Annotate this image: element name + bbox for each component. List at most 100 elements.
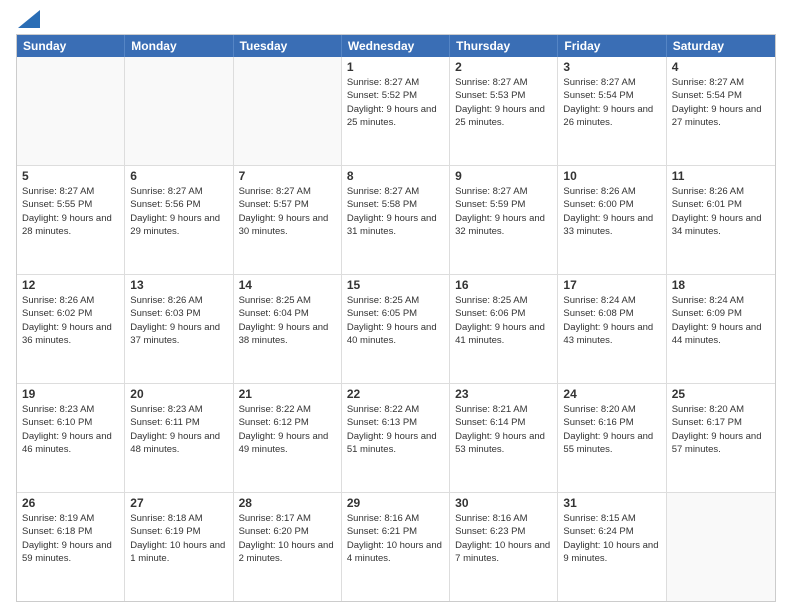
sunrise-label: Sunrise: 8:27 AM bbox=[239, 186, 311, 197]
cell-date-number: 5 bbox=[22, 169, 119, 183]
cell-info: Sunrise: 8:17 AMSunset: 6:20 PMDaylight:… bbox=[239, 512, 336, 565]
cell-info: Sunrise: 8:27 AMSunset: 5:52 PMDaylight:… bbox=[347, 76, 444, 129]
cell-empty-2 bbox=[234, 57, 342, 165]
cell-16: 16Sunrise: 8:25 AMSunset: 6:06 PMDayligh… bbox=[450, 275, 558, 383]
cell-info: Sunrise: 8:24 AMSunset: 6:09 PMDaylight:… bbox=[672, 294, 770, 347]
sunrise-label: Sunrise: 8:27 AM bbox=[563, 77, 635, 88]
day-header-tuesday: Tuesday bbox=[234, 35, 342, 57]
cell-info: Sunrise: 8:16 AMSunset: 6:21 PMDaylight:… bbox=[347, 512, 444, 565]
sunrise-label: Sunrise: 8:27 AM bbox=[455, 77, 527, 88]
cell-18: 18 Sunrise: 8:24 AMSunset: 6:09 PMDayligh… bbox=[667, 275, 775, 383]
sunrise-label: Sunrise: 8:18 AM bbox=[130, 513, 202, 524]
cell-25: 25Sunrise: 8:20 AMSunset: 6:17 PMDayligh… bbox=[667, 384, 775, 492]
week-row-5: 26Sunrise: 8:19 AMSunset: 6:18 PMDayligh… bbox=[17, 493, 775, 601]
cell-23: 23 Sunrise: 8:21 AMSunset: 6:14 PMDayligh… bbox=[450, 384, 558, 492]
cell-20: 20Sunrise: 8:23 AMSunset: 6:11 PMDayligh… bbox=[125, 384, 233, 492]
daylight-label: Daylight: 10 hours and 9 minutes. bbox=[563, 540, 658, 564]
cell-date-number: 27 bbox=[130, 496, 227, 510]
sunrise-label: Sunrise: 8:27 AM bbox=[22, 186, 94, 197]
week-row-4: 19 Sunrise: 8:23 AMSunset: 6:10 PMDayligh… bbox=[17, 384, 775, 493]
daylight-label: Daylight: 10 hours and 1 minute. bbox=[130, 540, 225, 564]
cell-15: 15 Sunrise: 8:25 AMSunset: 6:05 PMDayligh… bbox=[342, 275, 450, 383]
sunset-label: Sunset: 6:13 PM bbox=[347, 417, 417, 428]
sunset-label: Sunset: 6:11 PM bbox=[130, 417, 200, 428]
cell-info: Sunrise: 8:27 AM Sunset: 5:57 PM Daylight:… bbox=[239, 185, 336, 238]
cell-10: 10 Sunrise: 8:26 AM Sunset: 6:00 PM Dayligh… bbox=[558, 166, 666, 274]
cell-date-number: 19 bbox=[22, 387, 119, 401]
daylight-label: Daylight: 9 hours and 57 minutes. bbox=[672, 431, 762, 455]
daylight-label: Daylight: 9 hours and 41 minutes. bbox=[455, 322, 545, 346]
sunset-label: Sunset: 5:55 PM bbox=[22, 199, 92, 210]
daylight-label: Daylight: 10 hours and 2 minutes. bbox=[239, 540, 334, 564]
cell-7: 7Sunrise: 8:27 AMSunset: 5:57 PMDaylight… bbox=[234, 166, 342, 274]
sunset-label: Sunset: 6:05 PM bbox=[347, 308, 417, 319]
cell-info: Sunrise: 8:25 AMSunset: 6:04 PMDaylight:… bbox=[239, 294, 336, 347]
sunset-label: Sunset: 5:52 PM bbox=[347, 90, 417, 101]
logo bbox=[16, 12, 40, 26]
daylight-label: Daylight: 9 hours and 25 minutes. bbox=[455, 104, 545, 128]
cell-info: Sunrise: 8:26 AMSunset: 6:03 PMDaylight:… bbox=[130, 294, 227, 347]
cell-date-number: 15 bbox=[347, 278, 444, 292]
cell-13: 13Sunrise: 8:26 AMSunset: 6:03 PMDayligh… bbox=[125, 275, 233, 383]
cell-date-number: 9 bbox=[455, 169, 552, 183]
day-header-saturday: Saturday bbox=[667, 35, 775, 57]
daylight-label: Daylight: 9 hours and 51 minutes. bbox=[347, 431, 437, 455]
sunset-label: Sunset: 6:00 PM bbox=[563, 199, 633, 210]
cell-info: Sunrise: 8:19 AMSunset: 6:18 PMDaylight:… bbox=[22, 512, 119, 565]
daylight-label: Daylight: 9 hours and 44 minutes. bbox=[672, 322, 762, 346]
cell-info: Sunrise: 8:27 AMSunset: 5:59 PMDaylight:… bbox=[455, 185, 552, 238]
cell-date-number: 10 bbox=[563, 169, 660, 183]
cell-info: Sunrise: 8:27 AMSunset: 5:58 PMDaylight:… bbox=[347, 185, 444, 238]
cell-info: Sunrise: 8:25 AMSunset: 6:05 PMDaylight:… bbox=[347, 294, 444, 347]
cell-date-number: 4 bbox=[672, 60, 770, 74]
cell-date-number: 11 bbox=[672, 169, 770, 183]
daylight-label: Daylight: 9 hours and 28 minutes. bbox=[22, 213, 112, 237]
sunset-label: Sunset: 5:56 PM bbox=[130, 199, 200, 210]
daylight-label: Daylight: 9 hours and 59 minutes. bbox=[22, 540, 112, 564]
cell-date-number: 24 bbox=[563, 387, 660, 401]
cell-info: Sunrise: 8:22 AMSunset: 6:13 PMDaylight:… bbox=[347, 403, 444, 456]
cell-empty-6 bbox=[667, 493, 775, 601]
sunset-label: Sunset: 6:09 PM bbox=[672, 308, 742, 319]
cell-info: Sunrise: 8:23 AMSunset: 6:10 PMDaylight:… bbox=[22, 403, 119, 456]
sunset-label: Sunset: 6:18 PM bbox=[22, 526, 92, 537]
cell-info: Sunrise: 8:21 AMSunset: 6:14 PMDaylight:… bbox=[455, 403, 552, 456]
daylight-label: Daylight: 9 hours and 29 minutes. bbox=[130, 213, 220, 237]
daylight-label: Daylight: 9 hours and 31 minutes. bbox=[347, 213, 437, 237]
cell-date-number: 18 bbox=[672, 278, 770, 292]
cell-date-number: 3 bbox=[563, 60, 660, 74]
sunset-label: Sunset: 5:57 PM bbox=[239, 199, 309, 210]
cell-info: Sunrise: 8:26 AMSunset: 6:02 PMDaylight:… bbox=[22, 294, 119, 347]
cell-date-number: 22 bbox=[347, 387, 444, 401]
sunrise-label: Sunrise: 8:27 AM bbox=[347, 77, 419, 88]
sunset-label: Sunset: 6:17 PM bbox=[672, 417, 742, 428]
day-header-monday: Monday bbox=[125, 35, 233, 57]
sunset-label: Sunset: 6:21 PM bbox=[347, 526, 417, 537]
sunrise-label: Sunrise: 8:21 AM bbox=[455, 404, 527, 415]
cell-date-number: 12 bbox=[22, 278, 119, 292]
cell-info: Sunrise: 8:27 AM Sunset: 5:53 PM Daylight:… bbox=[455, 76, 552, 129]
week-row-2: 5 Sunrise: 8:27 AM Sunset: 5:55 PM Daylight… bbox=[17, 166, 775, 275]
sunrise-label: Sunrise: 8:26 AM bbox=[563, 186, 635, 197]
cell-6: 6Sunrise: 8:27 AMSunset: 5:56 PMDaylight… bbox=[125, 166, 233, 274]
daylight-label: Daylight: 9 hours and 49 minutes. bbox=[239, 431, 329, 455]
daylight-label: Daylight: 9 hours and 33 minutes. bbox=[563, 213, 653, 237]
cell-17: 17Sunrise: 8:24 AMSunset: 6:08 PMDayligh… bbox=[558, 275, 666, 383]
cell-date-number: 17 bbox=[563, 278, 660, 292]
daylight-label: Daylight: 10 hours and 7 minutes. bbox=[455, 540, 550, 564]
sunrise-label: Sunrise: 8:16 AM bbox=[455, 513, 527, 524]
daylight-label: Daylight: 9 hours and 55 minutes. bbox=[563, 431, 653, 455]
cell-date-number: 21 bbox=[239, 387, 336, 401]
daylight-label: Daylight: 9 hours and 30 minutes. bbox=[239, 213, 329, 237]
sunrise-label: Sunrise: 8:15 AM bbox=[563, 513, 635, 524]
cell-date-number: 23 bbox=[455, 387, 552, 401]
daylight-label: Daylight: 9 hours and 43 minutes. bbox=[563, 322, 653, 346]
cell-date-number: 1 bbox=[347, 60, 444, 74]
sunset-label: Sunset: 6:24 PM bbox=[563, 526, 633, 537]
sunset-label: Sunset: 6:19 PM bbox=[130, 526, 200, 537]
sunset-label: Sunset: 5:53 PM bbox=[455, 90, 525, 101]
cell-info: Sunrise: 8:23 AMSunset: 6:11 PMDaylight:… bbox=[130, 403, 227, 456]
sunset-label: Sunset: 6:03 PM bbox=[130, 308, 200, 319]
cell-info: Sunrise: 8:27 AMSunset: 5:54 PMDaylight:… bbox=[563, 76, 660, 129]
cell-19: 19 Sunrise: 8:23 AMSunset: 6:10 PMDayligh… bbox=[17, 384, 125, 492]
